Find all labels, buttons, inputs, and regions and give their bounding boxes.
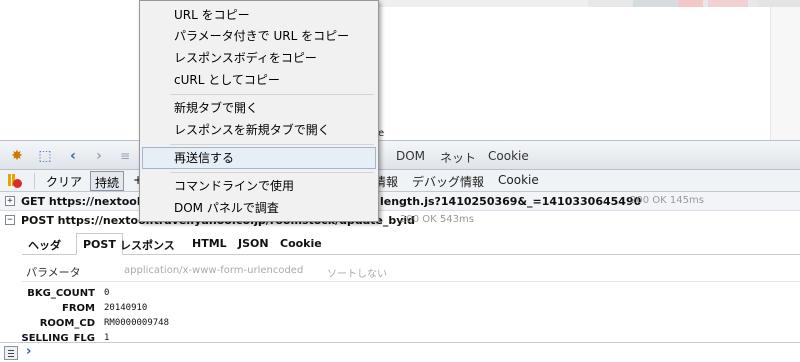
- tab-cookie[interactable]: Cookie: [488, 149, 529, 163]
- request-row-post[interactable]: − POST https://nextool.travel.yahoo.co.j…: [0, 211, 800, 230]
- param-row: ROOM_CD RM0000009748: [0, 318, 800, 333]
- context-menu: URL をコピー パラメータ付きで URL をコピー レスポンスボディをコピー …: [139, 0, 379, 222]
- request-status: 200 OK 145ms: [630, 195, 704, 206]
- menu-separator: [170, 172, 374, 173]
- web-page-right-panel: [770, 7, 800, 140]
- param-value: RM0000009748: [104, 318, 170, 328]
- net-panel-toolbar: クリア 持続 + 情報 デバッグ情報 Cookie: [0, 170, 800, 192]
- firebug-bug-icon[interactable]: ✸: [8, 147, 26, 165]
- menu-copy-url-with-params[interactable]: パラメータ付きで URL をコピー: [142, 25, 376, 47]
- tab-html[interactable]: HTML: [186, 233, 233, 255]
- command-line[interactable]: ›: [0, 342, 800, 362]
- request-row-get[interactable]: + GET https://nextool. length.js?1410250…: [0, 192, 800, 211]
- menu-copy-url[interactable]: URL をコピー: [142, 4, 376, 26]
- collapse-icon[interactable]: −: [5, 215, 15, 225]
- persist-button[interactable]: 持続: [90, 171, 125, 191]
- param-row: BKG_COUNT 0: [0, 288, 800, 303]
- firebug-main-toolbar: ✸ ⬚ ‹ › ≡ DOM ネット Cookie: [0, 140, 800, 170]
- params-label: パラメータ: [26, 266, 81, 279]
- command-prompt: ›: [26, 344, 32, 359]
- tab-cookie-detail[interactable]: Cookie: [274, 233, 328, 255]
- inspect-element-icon[interactable]: ⬚: [36, 147, 54, 165]
- params-header: パラメータ application/x-www-form-urlencoded …: [22, 258, 800, 282]
- menu-use-in-command-line[interactable]: コマンドラインで使用: [142, 175, 376, 197]
- param-value: 0: [104, 288, 110, 298]
- tab-debug-info[interactable]: デバッグ情報: [412, 173, 484, 190]
- param-row: FROM 20140910: [0, 303, 800, 318]
- sort-toggle[interactable]: ソートしない: [327, 265, 387, 280]
- param-value: 20140910: [104, 303, 148, 313]
- web-page-header-strip: [378, 0, 800, 7]
- menu-icon[interactable]: [4, 346, 18, 360]
- pause-record-icon[interactable]: [8, 173, 24, 189]
- tab-json[interactable]: JSON: [232, 233, 275, 255]
- tab-headers[interactable]: ヘッダ: [22, 233, 67, 255]
- menu-resend[interactable]: 再送信する: [142, 147, 376, 169]
- request-url-tail: length.js?1410250369&_=1410330645490: [380, 195, 642, 208]
- request-status: 200 OK 543ms: [400, 214, 474, 225]
- menu-copy-response-body[interactable]: レスポンスボディをコピー: [142, 47, 376, 69]
- menu-separator: [170, 144, 374, 145]
- tab-response[interactable]: レスポンス: [114, 233, 181, 255]
- tab-cookie-filter[interactable]: Cookie: [498, 173, 539, 187]
- menu-copy-as-curl[interactable]: cURL としてコピー: [142, 69, 376, 91]
- tab-dom[interactable]: DOM: [396, 149, 425, 163]
- request-url: GET https://nextool.: [21, 195, 145, 208]
- toolbar-divider: [34, 173, 35, 189]
- param-key: ROOM_CD: [39, 318, 95, 329]
- back-arrow-icon[interactable]: ‹: [64, 147, 82, 165]
- command-editor-icon[interactable]: ≡: [116, 147, 134, 165]
- tab-net[interactable]: ネット: [440, 149, 476, 166]
- param-key: FROM: [62, 303, 95, 314]
- web-page-area: e: [0, 0, 800, 140]
- content-type: application/x-www-form-urlencoded: [124, 265, 304, 276]
- menu-separator: [170, 94, 374, 95]
- menu-open-new-tab[interactable]: 新規タブで開く: [142, 97, 376, 119]
- menu-open-response-new-tab[interactable]: レスポンスを新規タブで開く: [142, 119, 376, 141]
- menu-inspect-in-dom-panel[interactable]: DOM パネルで調査: [142, 197, 376, 219]
- forward-arrow-icon[interactable]: ›: [90, 147, 108, 165]
- expand-icon[interactable]: +: [5, 196, 15, 206]
- param-key: BKG_COUNT: [27, 288, 95, 299]
- clear-button[interactable]: クリア: [46, 173, 82, 190]
